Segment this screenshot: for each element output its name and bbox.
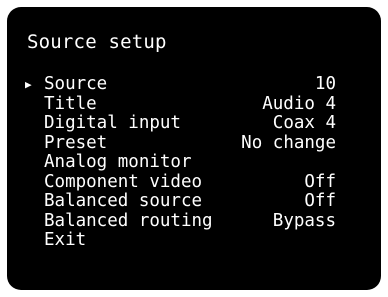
menu-item-label: Analog monitor (44, 152, 192, 172)
menu-item-value: Off (304, 191, 336, 211)
menu-item-label: Title (44, 93, 97, 114)
menu-item-value: Audio 4 (262, 93, 336, 114)
osd-screen: Source setup ▶ Source 10 Title Audio 4 D… (7, 7, 381, 290)
menu-item-title[interactable]: Title Audio 4 (7, 93, 381, 115)
menu-item-exit[interactable]: Exit (7, 230, 381, 251)
menu-item-label: Digital input (44, 113, 181, 133)
menu-item-value: 10 (314, 74, 336, 94)
menu-item-value: No change (241, 132, 336, 153)
menu-item-preset[interactable]: Preset No change (7, 132, 381, 154)
menu-item-digital-input[interactable]: Digital input Coax 4 (7, 113, 381, 134)
menu-item-label: Preset (44, 132, 108, 153)
menu-item-value: Bypass (272, 210, 336, 231)
menu-item-label: Exit (44, 230, 87, 250)
menu-item-source[interactable]: ▶ Source 10 (7, 74, 381, 95)
menu-item-label: Balanced routing (44, 210, 213, 231)
selection-arrow-icon: ▶ (25, 78, 32, 91)
menu-item-label: Source (44, 74, 108, 94)
menu-title: Source setup (27, 31, 167, 53)
menu-item-value: Off (304, 171, 336, 192)
menu-item-label: Balanced source (44, 191, 203, 211)
menu-item-balanced-source[interactable]: Balanced source Off (7, 191, 381, 212)
menu-item-component-video[interactable]: Component video Off (7, 171, 381, 193)
menu-item-analog-monitor[interactable]: Analog monitor (7, 152, 381, 173)
menu-item-label: Component video (44, 171, 203, 192)
menu-item-value: Coax 4 (272, 113, 336, 133)
menu-item-balanced-routing[interactable]: Balanced routing Bypass (7, 210, 381, 232)
source-setup-menu: ▶ Source 10 Title Audio 4 Digital input … (7, 74, 381, 251)
